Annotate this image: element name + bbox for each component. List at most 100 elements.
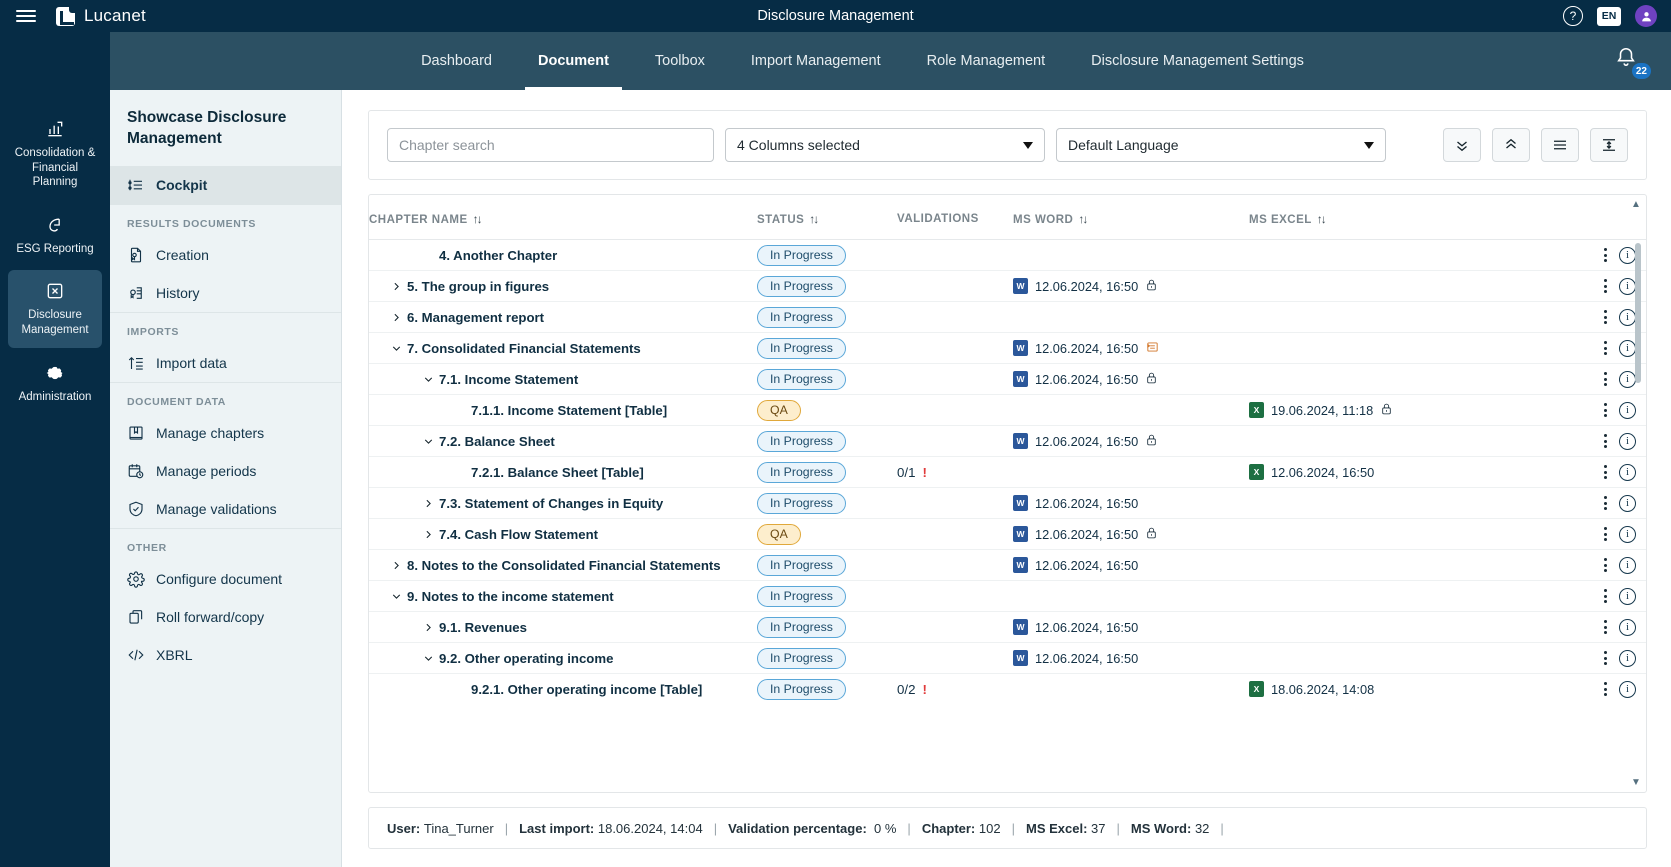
collapse-all-button[interactable] — [1492, 128, 1530, 162]
status-badge[interactable]: In Progress — [757, 306, 846, 328]
kebab-menu-icon[interactable] — [1604, 372, 1607, 386]
kebab-menu-icon[interactable] — [1604, 620, 1607, 634]
sidebar-item-import-data[interactable]: Import data — [110, 344, 341, 382]
expand-all-button[interactable] — [1443, 128, 1481, 162]
chapter-name-label[interactable]: 7. Consolidated Financial Statements — [407, 341, 641, 356]
chapter-name-label[interactable]: 7.2. Balance Sheet — [439, 434, 555, 449]
tree-toggle-expanded-icon[interactable] — [385, 342, 407, 355]
tree-toggle-expanded-icon[interactable] — [417, 652, 439, 665]
ms-word-cell[interactable]: W 12.06.2024, 16:50 — [1013, 278, 1249, 295]
sidebar-item-manage-chapters[interactable]: Manage chapters — [110, 414, 341, 452]
bell-icon[interactable]: 22 — [1615, 46, 1651, 79]
sidebar-item-history[interactable]: History — [110, 274, 341, 312]
ms-word-cell[interactable]: W 12.06.2024, 16:50 — [1013, 650, 1249, 666]
status-badge[interactable]: In Progress — [757, 616, 846, 638]
status-badge[interactable]: QA — [757, 399, 801, 421]
status-badge[interactable]: In Progress — [757, 492, 846, 514]
column-chapter-name[interactable]: CHAPTER NAME ↑↓ — [369, 195, 757, 240]
kebab-menu-icon[interactable] — [1604, 465, 1607, 479]
table-row[interactable]: 9.2. Other operating income In Progress W 1… — [369, 642, 1646, 674]
chapter-name-label[interactable]: 4. Another Chapter — [439, 248, 557, 263]
list-view-button[interactable] — [1541, 128, 1579, 162]
status-badge[interactable]: In Progress — [757, 678, 846, 700]
nav-item-document[interactable]: Document — [515, 32, 632, 90]
scroll-down-arrow-icon[interactable]: ▼ — [1630, 777, 1642, 788]
status-badge[interactable]: In Progress — [757, 368, 846, 390]
chapter-name-label[interactable]: 7.1. Income Statement — [439, 372, 578, 387]
rail-item-esg-reporting[interactable]: ESG Reporting — [8, 204, 102, 267]
column-status[interactable]: STATUS ↑↓ — [757, 195, 897, 240]
sidebar-item-manage-validations[interactable]: Manage validations — [110, 490, 341, 528]
kebab-menu-icon[interactable] — [1604, 248, 1607, 262]
kebab-menu-icon[interactable] — [1604, 434, 1607, 448]
chapter-name-label[interactable]: 7.2.1. Balance Sheet [Table] — [471, 465, 644, 480]
kebab-menu-icon[interactable] — [1604, 558, 1607, 572]
chapter-name-label[interactable]: 9.2. Other operating income — [439, 651, 613, 666]
table-row[interactable]: 7.4. Cash Flow Statement QA W 12.06.2024, 1… — [369, 518, 1646, 550]
tree-toggle-collapsed-icon[interactable] — [385, 559, 407, 572]
table-row[interactable]: 4. Another Chapter In Progress i — [369, 239, 1646, 271]
table-row[interactable]: 9.2.1. Other operating income [Table] In … — [369, 674, 1646, 705]
ms-word-cell[interactable]: W 12.06.2024, 16:50 — [1013, 495, 1249, 511]
kebab-menu-icon[interactable] — [1604, 589, 1607, 603]
status-badge[interactable]: In Progress — [757, 554, 846, 576]
ms-word-cell[interactable]: W 12.06.2024, 16:50 — [1013, 433, 1249, 450]
chapter-name-label[interactable]: 7.4. Cash Flow Statement — [439, 527, 598, 542]
status-badge[interactable]: In Progress — [757, 244, 846, 266]
tree-toggle-expanded-icon[interactable] — [417, 435, 439, 448]
chapter-name-label[interactable]: 7.3. Statement of Changes in Equity — [439, 496, 663, 511]
row-height-button[interactable] — [1590, 128, 1628, 162]
lock-icon[interactable] — [1380, 402, 1393, 419]
kebab-menu-icon[interactable] — [1604, 682, 1607, 697]
ms-word-cell[interactable]: W 12.06.2024, 16:50 — [1013, 340, 1249, 357]
ms-word-cell[interactable]: W 12.06.2024, 16:50 — [1013, 371, 1249, 388]
status-badge[interactable]: In Progress — [757, 275, 846, 297]
lock-icon[interactable] — [1145, 526, 1158, 543]
tree-toggle-collapsed-icon[interactable] — [417, 621, 439, 634]
chapter-name-label[interactable]: 7.1.1. Income Statement [Table] — [471, 403, 667, 418]
table-row[interactable]: 7.1. Income Statement In Progress W 12.06.2… — [369, 363, 1646, 395]
nav-item-toolbox[interactable]: Toolbox — [632, 32, 728, 90]
kebab-menu-icon[interactable] — [1604, 279, 1607, 293]
scroll-up-arrow-icon[interactable]: ▲ — [1630, 199, 1642, 210]
table-scrollbar[interactable]: ▲ ▼ — [1631, 199, 1642, 788]
status-badge[interactable]: In Progress — [757, 647, 846, 669]
status-badge[interactable]: In Progress — [757, 461, 846, 483]
scrollbar-thumb[interactable] — [1635, 243, 1641, 383]
comments-icon[interactable] — [1145, 340, 1160, 357]
brand-logo[interactable]: Lucanet — [56, 5, 146, 26]
kebab-menu-icon[interactable] — [1604, 341, 1607, 355]
user-avatar-icon[interactable] — [1635, 5, 1657, 27]
help-icon[interactable]: ? — [1563, 6, 1583, 26]
ms-word-cell[interactable]: W 12.06.2024, 16:50 — [1013, 619, 1249, 635]
rail-item-disclosure-management[interactable]: Disclosure Management — [8, 270, 102, 348]
column-ms-excel[interactable]: MS EXCEL ↑↓ — [1249, 195, 1475, 240]
validation-alert-icon[interactable]: ! — [923, 465, 927, 480]
chapter-name-label[interactable]: 9. Notes to the income statement — [407, 589, 614, 604]
chapter-name-label[interactable]: 6. Management report — [407, 310, 544, 325]
status-badge[interactable]: In Progress — [757, 585, 846, 607]
table-row[interactable]: 9.1. Revenues In Progress W 12.06.2024, 16:… — [369, 611, 1646, 643]
chapter-name-label[interactable]: 9.2.1. Other operating income [Table] — [471, 682, 702, 697]
table-row[interactable]: 7.3. Statement of Changes in Equity In Pr… — [369, 487, 1646, 519]
ms-excel-cell[interactable]: X 12.06.2024, 16:50 — [1249, 464, 1475, 480]
tree-toggle-collapsed-icon[interactable] — [385, 311, 407, 324]
kebab-menu-icon[interactable] — [1604, 527, 1607, 541]
status-badge[interactable]: In Progress — [757, 430, 846, 452]
chapter-name-label[interactable]: 5. The group in figures — [407, 279, 549, 294]
lock-icon[interactable] — [1145, 278, 1158, 295]
tree-toggle-collapsed-icon[interactable] — [417, 528, 439, 541]
table-row[interactable]: 7.2. Balance Sheet In Progress W 12.06.2024… — [369, 425, 1646, 457]
language-switcher[interactable]: EN — [1597, 6, 1621, 26]
nav-item-role-management[interactable]: Role Management — [904, 32, 1069, 90]
table-scroll-area[interactable]: CHAPTER NAME ↑↓ STATUS ↑↓ VALIDATIONS MS W… — [369, 195, 1646, 792]
tree-toggle-expanded-icon[interactable] — [385, 590, 407, 603]
sidebar-item-xbrl[interactable]: XBRL — [110, 636, 341, 674]
ms-excel-cell[interactable]: X 19.06.2024, 11:18 — [1249, 402, 1475, 419]
validation-alert-icon[interactable]: ! — [923, 682, 927, 697]
nav-item-disclosure-management-settings[interactable]: Disclosure Management Settings — [1068, 32, 1327, 90]
table-row[interactable]: 7. Consolidated Financial Statements In P… — [369, 332, 1646, 364]
columns-select[interactable]: 4 Columns selected — [725, 128, 1045, 162]
table-row[interactable]: 7.1.1. Income Statement [Table] QA X 19.06.… — [369, 394, 1646, 426]
sidebar-item-manage-periods[interactable]: Manage periods — [110, 452, 341, 490]
